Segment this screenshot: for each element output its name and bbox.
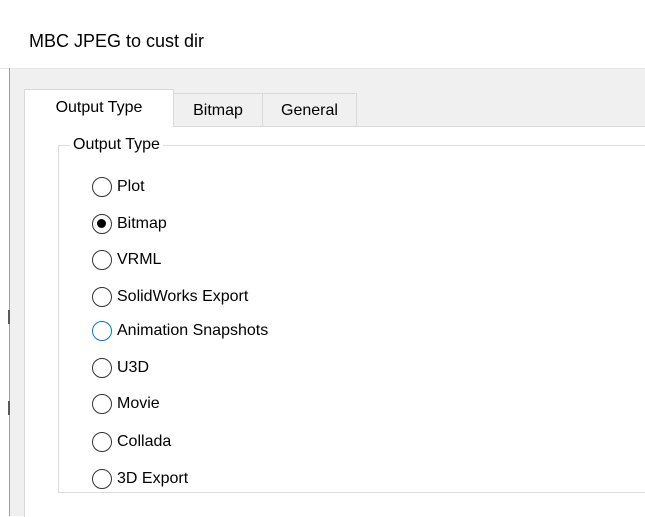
radio-option-bitmap[interactable]: Bitmap: [92, 212, 167, 236]
radio-option-label: Bitmap: [117, 215, 167, 232]
left-edge-marker: [8, 401, 10, 415]
radio-unchecked-icon[interactable]: [92, 321, 112, 341]
radio-option-solidworks-export[interactable]: SolidWorks Export: [92, 285, 248, 309]
radio-unchecked-icon[interactable]: [92, 358, 112, 378]
radio-option-plot[interactable]: Plot: [92, 175, 145, 199]
radio-unchecked-icon[interactable]: [92, 394, 112, 414]
title-bar[interactable]: MBC JPEG to cust dir: [0, 0, 645, 69]
dialog-window: MBC JPEG to cust dir Output Type Bitmap …: [0, 0, 645, 517]
left-window-edge: [9, 68, 10, 516]
radio-option-label: U3D: [117, 359, 150, 376]
tab-output-type[interactable]: Output Type: [24, 89, 174, 127]
radio-unchecked-icon[interactable]: [92, 177, 112, 197]
radio-option-label: Collada: [117, 433, 172, 450]
tab-bitmap[interactable]: Bitmap: [173, 93, 263, 126]
radio-option-label: Movie: [117, 395, 160, 412]
radio-option-collada[interactable]: Collada: [92, 430, 171, 454]
radio-unchecked-icon[interactable]: [92, 469, 112, 489]
radio-option-u3d[interactable]: U3D: [92, 356, 149, 380]
radio-option-label: SolidWorks Export: [117, 288, 249, 305]
radio-option-label: Plot: [117, 178, 145, 195]
left-edge-marker: [8, 310, 10, 324]
output-type-group-legend: Output Type: [70, 135, 163, 155]
radio-unchecked-icon[interactable]: [92, 432, 112, 452]
tab-general[interactable]: General: [262, 93, 357, 126]
window-title: MBC JPEG to cust dir: [29, 31, 205, 51]
radio-option-label: 3D Export: [117, 470, 189, 487]
radio-option-label: VRML: [117, 251, 162, 268]
radio-option-label: Animation Snapshots: [117, 322, 269, 339]
radio-checked-icon[interactable]: [92, 214, 112, 234]
radio-option-3d-export[interactable]: 3D Export: [92, 467, 188, 491]
radio-option-vrml[interactable]: VRML: [92, 248, 161, 272]
radio-unchecked-icon[interactable]: [92, 250, 112, 270]
radio-option-movie[interactable]: Movie: [92, 392, 160, 416]
radio-dot-icon: [97, 219, 106, 228]
radio-unchecked-icon[interactable]: [92, 287, 112, 307]
radio-option-animation-snapshots[interactable]: Animation Snapshots: [92, 319, 268, 343]
